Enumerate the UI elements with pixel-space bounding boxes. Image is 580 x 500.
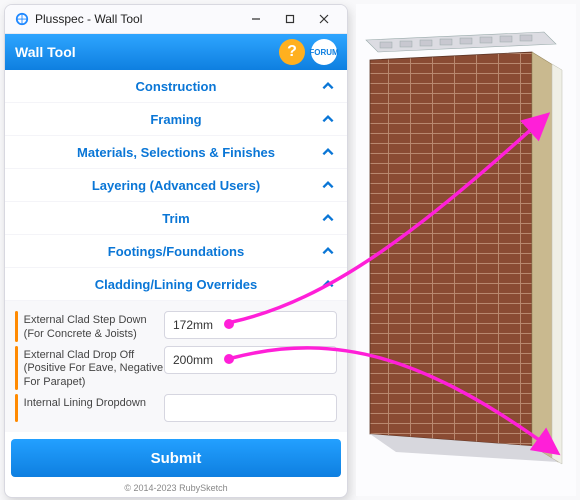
chevron-up-icon: [321, 277, 335, 291]
section-label: Footings/Foundations: [108, 244, 244, 259]
window-close-button[interactable]: [307, 7, 341, 31]
copyright-text: © 2014-2023 RubySketch: [5, 483, 347, 497]
submit-button[interactable]: Submit: [11, 439, 341, 477]
plusspec-app-icon: [15, 12, 29, 26]
window-titlebar: Plusspec - Wall Tool: [5, 5, 347, 34]
section-materials[interactable]: Materials, Selections & Finishes: [5, 136, 347, 169]
forum-button[interactable]: FORUM: [311, 39, 337, 65]
section-label: Construction: [136, 79, 217, 94]
tool-header-title: Wall Tool: [15, 44, 76, 60]
field-label: Internal Lining Dropdown: [24, 394, 164, 411]
section-trim[interactable]: Trim: [5, 202, 347, 235]
section-label: Trim: [162, 211, 189, 226]
sections-list: Construction Framing Materials, Selectio…: [5, 70, 347, 497]
section-framing[interactable]: Framing: [5, 103, 347, 136]
field-accent-bar: [15, 311, 18, 342]
annotation-dot-icon: [224, 319, 234, 329]
section-label: Cladding/Lining Overrides: [95, 277, 258, 292]
field-external-clad-step-down: External Clad Step Down (For Concrete & …: [15, 311, 337, 342]
chevron-up-icon: [321, 79, 335, 93]
field-accent-bar: [15, 394, 18, 422]
section-footings[interactable]: Footings/Foundations: [5, 235, 347, 268]
field-internal-lining-dropdown: Internal Lining Dropdown: [15, 394, 337, 422]
section-layering[interactable]: Layering (Advanced Users): [5, 169, 347, 202]
wall-3d-preview: [356, 4, 576, 496]
wall-tool-window: Plusspec - Wall Tool Wall Tool ? FORUM C…: [4, 4, 348, 498]
internal-lining-dropdown-input[interactable]: [164, 394, 337, 422]
chevron-up-icon: [321, 244, 335, 258]
window-maximize-button[interactable]: [273, 7, 307, 31]
window-minimize-button[interactable]: [239, 7, 273, 31]
annotation-dot-icon: [224, 354, 234, 364]
chevron-up-icon: [321, 112, 335, 126]
external-clad-step-down-input[interactable]: [164, 311, 337, 339]
help-button[interactable]: ?: [279, 39, 305, 65]
section-cladding-overrides[interactable]: Cladding/Lining Overrides: [5, 268, 347, 301]
section-label: Framing: [150, 112, 201, 127]
field-label: External Clad Drop Off (Positive For Eav…: [24, 346, 164, 390]
window-title: Plusspec - Wall Tool: [35, 12, 142, 26]
tool-header: Wall Tool ? FORUM: [5, 34, 347, 70]
field-external-clad-drop-off: External Clad Drop Off (Positive For Eav…: [15, 346, 337, 390]
field-label: External Clad Step Down (For Concrete & …: [24, 311, 164, 342]
chevron-up-icon: [321, 178, 335, 192]
cladding-overrides-panel: External Clad Step Down (For Concrete & …: [5, 301, 347, 432]
section-label: Layering (Advanced Users): [92, 178, 260, 193]
external-clad-drop-off-input[interactable]: [164, 346, 337, 374]
chevron-up-icon: [321, 211, 335, 225]
field-accent-bar: [15, 346, 18, 390]
chevron-up-icon: [321, 145, 335, 159]
wall-render-icon: [356, 4, 576, 496]
section-label: Materials, Selections & Finishes: [77, 145, 275, 160]
section-construction[interactable]: Construction: [5, 70, 347, 103]
